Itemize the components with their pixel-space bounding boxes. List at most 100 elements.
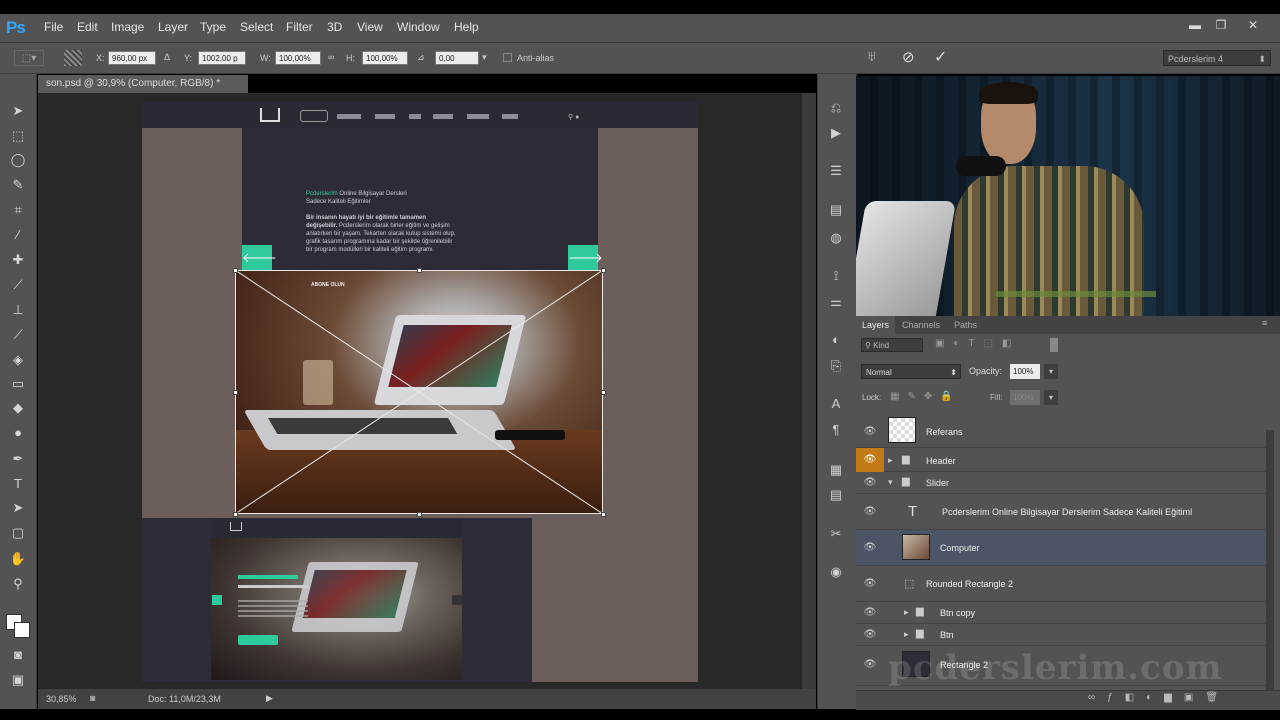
filter-toggle[interactable] (1050, 338, 1058, 352)
path-select-icon[interactable]: ➤ (8, 498, 28, 518)
blend-mode-dropdown[interactable]: Normal ⬍ (861, 364, 961, 379)
type-tool-icon[interactable]: T (8, 474, 28, 494)
vertical-scrollbar[interactable] (802, 93, 816, 689)
filter-kind-dropdown[interactable]: ⚲ Kind (861, 338, 923, 352)
visibility-eye-icon[interactable]: 👁 (863, 426, 877, 437)
menu-image[interactable]: Image (111, 20, 144, 34)
menu-view[interactable]: View (357, 20, 383, 34)
menu-filter[interactable]: Filter (286, 20, 313, 34)
background-color-swatch[interactable] (14, 622, 30, 638)
transform-bounding-box[interactable] (235, 270, 603, 514)
brush-panel-icon[interactable]: ⟟ (826, 266, 846, 286)
menu-3d[interactable]: 3D (327, 20, 342, 34)
visibility-eye-icon[interactable]: 👁 (863, 542, 877, 553)
visibility-eye-icon[interactable]: 👁 (863, 629, 877, 640)
transform-handle[interactable] (233, 390, 238, 395)
height-field[interactable]: 100,00% (362, 51, 408, 65)
restore-icon[interactable]: ❐ (1212, 17, 1230, 33)
menu-help[interactable]: Help (454, 20, 479, 34)
opacity-field[interactable]: 100% (1010, 364, 1040, 379)
transform-handle[interactable] (601, 268, 606, 273)
slider-next-button[interactable]: 🡒 (568, 245, 603, 271)
link-icon[interactable]: ∞ (328, 52, 334, 62)
properties-panel-icon[interactable]: ▤ (826, 200, 846, 220)
info-panel-icon[interactable]: ⎘ (826, 356, 846, 376)
visibility-eye-icon[interactable]: 👁 (863, 578, 877, 589)
y-field[interactable]: 1002,00 p (198, 51, 246, 65)
commit-transform-icon[interactable]: ✓ (934, 47, 947, 67)
shape-tool-icon[interactable]: ▢ (8, 523, 28, 543)
zoom-tool-icon[interactable]: ⚲ (8, 574, 28, 594)
transform-handle[interactable] (601, 512, 606, 517)
adjustments-panel-icon[interactable]: ☰ (826, 161, 846, 181)
panel-menu-icon[interactable]: ≡ (1262, 318, 1267, 328)
status-menu-arrow-icon[interactable]: ▶ (266, 693, 273, 704)
x-field[interactable]: 960,00 px (108, 51, 156, 65)
slider-prev-button[interactable]: 🡐 (242, 245, 277, 271)
tab-channels[interactable]: Channels (896, 316, 946, 334)
visibility-eye-icon[interactable]: 👁 (863, 607, 877, 618)
clone-source-icon[interactable]: ⚌ (826, 292, 846, 312)
tab-layers[interactable]: Layers (856, 316, 896, 334)
expand-arrow-icon[interactable]: ▸ (904, 607, 909, 618)
paragraph-panel-icon[interactable]: ¶ (826, 420, 846, 440)
delta-icon[interactable]: Δ (164, 52, 170, 62)
collapse-arrow-icon[interactable]: ▾ (888, 477, 893, 488)
transform-handle[interactable] (417, 512, 422, 517)
layer-row[interactable]: 👁 Referans (856, 412, 1266, 448)
tab-paths[interactable]: Paths (948, 316, 983, 334)
menu-type[interactable]: Type (200, 20, 226, 34)
expand-arrow-icon[interactable]: ▸ (888, 455, 893, 466)
warp-icon[interactable]: ♅ (866, 48, 877, 65)
expand-arrow-icon[interactable]: ▸ (904, 629, 909, 640)
cancel-transform-icon[interactable]: ⊘ (902, 48, 915, 66)
visibility-eye-icon[interactable]: 👁 (856, 448, 884, 472)
menu-select[interactable]: Select (240, 20, 273, 34)
crop-tool-icon[interactable]: ⌗ (8, 200, 28, 220)
menu-edit[interactable]: Edit (77, 20, 98, 34)
layer-row[interactable]: 👁 ▸ ▆ Btn (856, 624, 1266, 646)
angle-field[interactable]: 0,00 (435, 51, 479, 65)
transform-handle[interactable] (601, 390, 606, 395)
fill-field[interactable]: 100% (1010, 390, 1040, 405)
visibility-eye-icon[interactable]: 👁 (863, 477, 877, 488)
lasso-tool-icon[interactable]: ◯ (8, 150, 28, 170)
visibility-eye-icon[interactable]: 👁 (863, 506, 877, 517)
dodge-tool-icon[interactable]: ● (8, 423, 28, 443)
marquee-tool-icon[interactable]: ⬚ (8, 126, 28, 146)
layer-comps-icon[interactable]: ▦ (826, 460, 846, 480)
layer-row[interactable]: 👁 ⬚ Rounded Rectangle 2 (856, 566, 1266, 602)
swatches-panel-icon[interactable]: ◍ (826, 228, 846, 248)
hand-tool-icon[interactable]: ✋ (8, 549, 28, 569)
layer-footer-icons[interactable]: ∞ƒ◧◐▆▣🗑 (1088, 692, 1230, 703)
history-panel-icon[interactable]: ⎌ (826, 98, 846, 118)
layer-row[interactable]: 👁 ▾ ▆ Slider (856, 472, 1266, 494)
notes-panel-icon[interactable]: ▤ (826, 485, 846, 505)
status-info-icon[interactable]: ◙ (90, 693, 95, 703)
menu-window[interactable]: Window (397, 20, 440, 34)
gradient-tool-icon[interactable]: ▭ (8, 374, 28, 394)
filter-type-icons[interactable]: ▣◐T⬚◧ (935, 338, 1021, 349)
layer-row-selected[interactable]: 👁 Computer (856, 530, 1266, 566)
character-panel-icon[interactable]: A (826, 394, 846, 414)
timeline-panel-icon[interactable]: ◉ (826, 562, 846, 582)
layer-row[interactable]: 👁 ▸ ▆ Header (856, 448, 1266, 472)
antialias-checkbox[interactable] (503, 53, 512, 62)
menu-file[interactable]: File (44, 20, 63, 34)
stamp-tool-icon[interactable]: ⊥ (8, 300, 28, 320)
opacity-slider-icon[interactable]: ▾ (1044, 364, 1058, 379)
width-field[interactable]: 100,00% (275, 51, 321, 65)
pen-tool-icon[interactable]: ✒ (8, 449, 28, 469)
zoom-level[interactable]: 30,85% (46, 694, 77, 704)
layer-row[interactable]: 👁 T Pcderslerim Online Bilgisayar Dersle… (856, 494, 1266, 530)
menu-layer[interactable]: Layer (158, 20, 188, 34)
tool-presets-icon[interactable]: ✂ (826, 524, 846, 544)
healing-tool-icon[interactable]: ✚ (8, 250, 28, 270)
history-brush-icon[interactable]: ⟋ (8, 325, 28, 345)
document-tab[interactable]: son.psd @ 30,9% (Computer, RGB/8) * (38, 75, 248, 93)
close-icon[interactable]: ✕ (1244, 17, 1262, 33)
quick-mask-icon[interactable]: ◙ (8, 645, 28, 665)
visibility-eye-icon[interactable]: 👁 (863, 659, 877, 670)
transform-handle[interactable] (233, 268, 238, 273)
angle-dropdown-icon[interactable]: ▾ (482, 52, 487, 63)
